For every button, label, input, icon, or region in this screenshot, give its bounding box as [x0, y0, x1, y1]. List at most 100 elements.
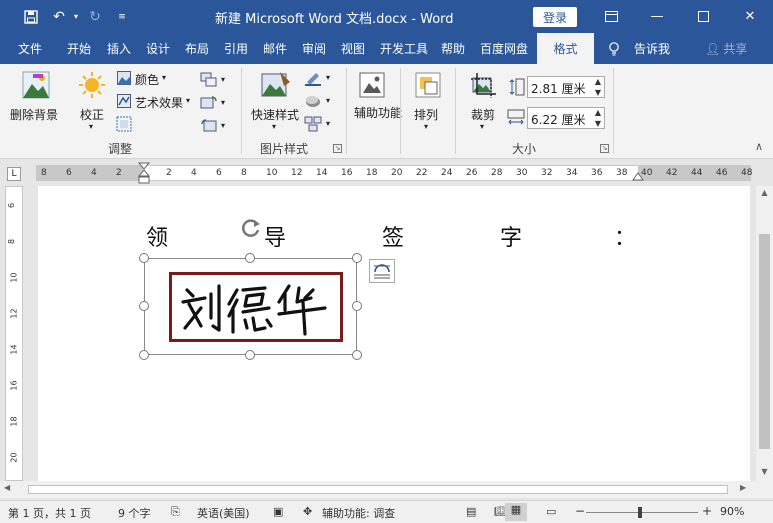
tab-mailings[interactable]: 邮件: [263, 33, 287, 64]
web-layout-icon[interactable]: ▭: [546, 505, 556, 518]
language[interactable]: 英语(美国): [197, 505, 250, 521]
tab-file[interactable]: 文件: [18, 33, 42, 64]
picture-border-button[interactable]: ▾: [304, 70, 338, 88]
tab-selector-icon[interactable]: L: [7, 167, 21, 181]
undo-dropdown-icon[interactable]: ▾: [70, 0, 82, 33]
layout-options-button[interactable]: [369, 259, 395, 283]
quick-styles-button[interactable]: 快速样式 ▾: [248, 70, 304, 136]
change-picture-button[interactable]: ▾: [200, 95, 230, 113]
chevron-down-icon: ▾: [186, 96, 191, 105]
dialog-launcher-icon[interactable]: ↘: [333, 144, 342, 153]
tab-references[interactable]: 引用: [224, 33, 248, 64]
vertical-ruler[interactable]: 6 8 10 12 14 16 18 20: [5, 186, 23, 481]
resize-handle[interactable]: [139, 253, 149, 263]
picture-layout-button[interactable]: ▾: [304, 116, 338, 134]
document-area[interactable]: 领 导 签 字 ：: [28, 186, 756, 481]
tab-baidu-netdisk[interactable]: 百度网盘: [480, 33, 528, 64]
ruler-tick-label: 36: [591, 168, 603, 178]
resize-handle[interactable]: [352, 350, 362, 360]
indent-marker-icon[interactable]: [137, 162, 151, 187]
tab-view[interactable]: 视图: [341, 33, 365, 64]
tab-review[interactable]: 审阅: [302, 33, 326, 64]
right-indent-marker-icon[interactable]: [632, 170, 644, 184]
tab-developer[interactable]: 开发工具: [380, 33, 428, 64]
text-char-zi[interactable]: 字: [500, 220, 522, 252]
accessibility-icon[interactable]: ✥: [303, 505, 312, 518]
resize-handle[interactable]: [245, 253, 255, 263]
share-button[interactable]: 👤︎ 共享: [705, 33, 747, 64]
page-count[interactable]: 第 1 页，共 1 页: [8, 505, 91, 521]
focus-mode-icon[interactable]: ▤: [466, 505, 476, 518]
transparency-button[interactable]: [116, 116, 134, 134]
spin-arrows-icon[interactable]: ▲ ▼: [595, 107, 601, 129]
color-button[interactable]: 颜色 ▾: [116, 70, 172, 88]
scroll-right-icon[interactable]: ▶: [740, 483, 746, 492]
print-layout-icon[interactable]: ▦: [505, 503, 527, 521]
crop-label: 裁剪: [471, 108, 496, 122]
zoom-out-icon[interactable]: −: [575, 504, 585, 518]
document-page[interactable]: 领 导 签 字 ：: [38, 186, 750, 481]
width-input[interactable]: 6.22 厘米 ▲ ▼: [527, 107, 605, 129]
text-char-colon[interactable]: ：: [614, 220, 636, 252]
picture-effects-button[interactable]: ▾: [304, 93, 338, 111]
macro-record-icon[interactable]: ▣: [273, 505, 283, 518]
redo-icon[interactable]: ↻: [84, 0, 106, 33]
scroll-up-icon[interactable]: ▲: [756, 188, 773, 197]
resize-handle[interactable]: [139, 350, 149, 360]
vertical-scrollbar[interactable]: ▲ ▼: [756, 186, 773, 481]
horizontal-scrollbar[interactable]: ◀ ▶: [0, 481, 773, 498]
tab-insert[interactable]: 插入: [107, 33, 131, 64]
resize-handle[interactable]: [352, 253, 362, 263]
login-button[interactable]: 登录: [533, 7, 577, 27]
spin-arrows-icon[interactable]: ▲ ▼: [595, 76, 601, 98]
horizontal-scroll-thumb[interactable]: [28, 485, 728, 494]
tab-home[interactable]: 开始: [67, 33, 91, 64]
horizontal-ruler[interactable]: L 8 6 4 2 2 4 6 8 10 12 14 16 18 20 22 24 26 28 30 32 34 36 38…: [0, 160, 773, 186]
ruler-tick-label: 24: [441, 168, 453, 178]
resize-handle[interactable]: [352, 301, 362, 311]
signature-picture[interactable]: [139, 219, 362, 360]
crop-button[interactable]: 裁剪 ▾: [463, 70, 503, 136]
tab-format[interactable]: 格式: [537, 33, 594, 64]
customize-qat-icon[interactable]: ≡: [112, 0, 132, 33]
undo-icon[interactable]: ↶: [48, 0, 70, 33]
arrange-button[interactable]: 排列 ▾: [408, 70, 448, 136]
tab-layout[interactable]: 布局: [185, 33, 209, 64]
dialog-launcher-icon[interactable]: ↘: [600, 144, 609, 153]
scroll-down-icon[interactable]: ▼: [756, 467, 773, 476]
zoom-level[interactable]: 90%: [720, 505, 744, 518]
tab-help[interactable]: 帮助: [441, 33, 465, 64]
text-char-dao[interactable]: 导: [264, 220, 286, 252]
tab-design[interactable]: 设计: [146, 33, 170, 64]
height-input[interactable]: 2.81 厘米 ▲ ▼: [527, 76, 605, 98]
ribbon-display-icon[interactable]: [588, 0, 634, 33]
maximize-icon[interactable]: [680, 0, 726, 33]
person-icon: 👤︎: [705, 41, 721, 56]
minimize-icon[interactable]: —: [634, 0, 680, 33]
artistic-effects-button[interactable]: 艺术效果 ▾: [116, 93, 196, 111]
alt-text-button[interactable]: 辅助功能: [352, 70, 402, 136]
zoom-in-icon[interactable]: +: [702, 504, 712, 518]
collapse-ribbon-icon[interactable]: ∧: [755, 140, 763, 153]
rotate-handle-icon[interactable]: [240, 218, 262, 240]
lightbulb-icon[interactable]: [608, 33, 620, 64]
text-char-ling[interactable]: 领: [146, 220, 168, 252]
compress-pictures-button[interactable]: ▾: [200, 72, 230, 90]
corrections-button[interactable]: 校正 ▾: [74, 70, 110, 136]
title-bar: ↶ ▾ ↻ ≡ 新建 Microsoft Word 文档.docx - Word…: [0, 0, 773, 33]
resize-handle[interactable]: [245, 350, 255, 360]
remove-background-button[interactable]: 删除背景: [8, 70, 64, 130]
save-icon[interactable]: [18, 0, 44, 33]
vertical-scroll-thumb[interactable]: [759, 234, 770, 449]
reset-picture-button[interactable]: ▾: [200, 118, 230, 136]
zoom-slider[interactable]: [586, 512, 698, 513]
tell-me-search[interactable]: 告诉我: [634, 33, 670, 64]
close-icon[interactable]: ✕: [727, 0, 773, 33]
accessibility-status[interactable]: 辅助功能: 调查: [322, 505, 395, 521]
proofing-icon[interactable]: ⎘: [171, 505, 180, 519]
text-char-qian[interactable]: 签: [382, 220, 404, 252]
word-count[interactable]: 9 个字: [118, 505, 151, 521]
resize-handle[interactable]: [139, 301, 149, 311]
zoom-slider-thumb[interactable]: [638, 507, 642, 518]
scroll-left-icon[interactable]: ◀: [4, 483, 10, 492]
